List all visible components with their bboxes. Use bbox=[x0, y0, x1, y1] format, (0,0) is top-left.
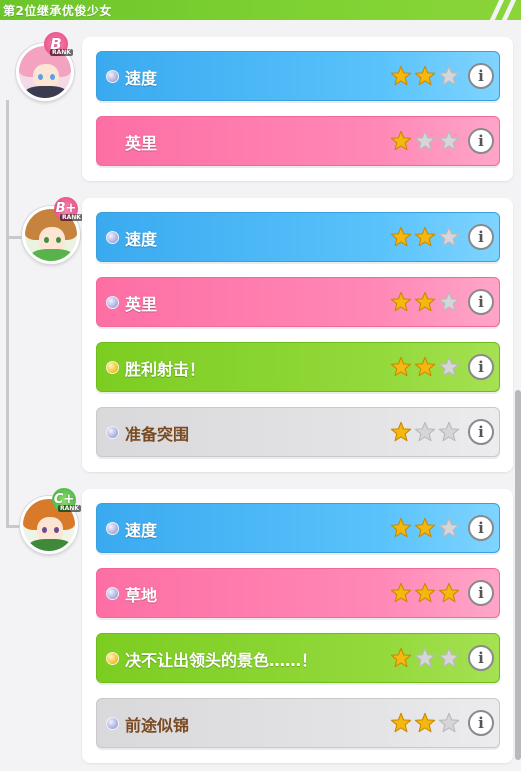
factor-orb-icon bbox=[106, 231, 119, 244]
info-button[interactable]: i bbox=[468, 63, 494, 89]
factor-label: 前途似锦 bbox=[125, 716, 190, 735]
info-button[interactable]: i bbox=[468, 710, 494, 736]
rank-caption: RANK bbox=[60, 214, 83, 221]
factor-label: 英里 bbox=[125, 295, 158, 314]
factor-row[interactable]: 英里 i bbox=[96, 277, 500, 327]
star-rating bbox=[390, 226, 460, 250]
rank-badge: B+ RANK bbox=[54, 197, 84, 223]
rank-badge: B RANK bbox=[44, 32, 74, 58]
star-filled-icon bbox=[390, 356, 412, 377]
factor-row[interactable]: 草地 i bbox=[96, 568, 500, 618]
info-button[interactable]: i bbox=[468, 289, 494, 315]
factor-orb-icon bbox=[106, 296, 119, 309]
star-empty-icon bbox=[414, 647, 436, 668]
factor-row[interactable]: 准备突围 i bbox=[96, 407, 500, 457]
factor-row[interactable]: 速度 i bbox=[96, 503, 500, 553]
factor-label: 准备突围 bbox=[125, 425, 190, 444]
info-button[interactable]: i bbox=[468, 580, 494, 606]
star-rating bbox=[390, 517, 460, 541]
star-rating bbox=[390, 130, 460, 154]
star-filled-icon bbox=[390, 421, 412, 442]
factor-label: 胜利射击！ bbox=[125, 360, 206, 379]
factor-label: 草地 bbox=[125, 586, 158, 605]
rank-badge: C+ RANK bbox=[52, 488, 82, 514]
info-button[interactable]: i bbox=[468, 645, 494, 671]
info-button[interactable]: i bbox=[468, 515, 494, 541]
star-rating bbox=[390, 65, 460, 89]
scrollbar[interactable] bbox=[515, 390, 521, 760]
star-empty-icon bbox=[438, 517, 460, 538]
star-empty-icon bbox=[438, 291, 460, 312]
info-button[interactable]: i bbox=[468, 419, 494, 445]
star-rating bbox=[390, 356, 460, 380]
factor-row[interactable]: 胜利射击！ i bbox=[96, 342, 500, 392]
star-filled-icon bbox=[414, 356, 436, 377]
star-filled-icon bbox=[438, 582, 460, 603]
factor-orb-icon bbox=[106, 70, 119, 83]
section-title: 第2位继承优俊少女 bbox=[3, 4, 112, 18]
info-button[interactable]: i bbox=[468, 354, 494, 380]
star-rating bbox=[390, 647, 460, 671]
star-empty-icon bbox=[438, 712, 460, 733]
factor-label: 速度 bbox=[125, 521, 158, 540]
star-filled-icon bbox=[390, 226, 412, 247]
star-filled-icon bbox=[414, 65, 436, 86]
section-header: 第2位继承优俊少女 bbox=[0, 0, 521, 20]
factor-row[interactable]: 前途似锦 i bbox=[96, 698, 500, 748]
star-filled-icon bbox=[390, 712, 412, 733]
info-button[interactable]: i bbox=[468, 128, 494, 154]
factor-label: 速度 bbox=[125, 69, 158, 88]
star-empty-icon bbox=[414, 130, 436, 151]
star-filled-icon bbox=[390, 65, 412, 86]
parent-factor-card: 速度 i 英里 i bbox=[82, 37, 513, 181]
factor-orb-icon bbox=[106, 426, 119, 439]
star-filled-icon bbox=[390, 291, 412, 312]
factor-row[interactable]: 速度 i bbox=[96, 212, 500, 262]
star-empty-icon bbox=[438, 130, 460, 151]
star-empty-icon bbox=[438, 356, 460, 377]
factor-row[interactable]: 决不让出领头的景色……！ i bbox=[96, 633, 500, 683]
star-filled-icon bbox=[414, 582, 436, 603]
star-filled-icon bbox=[414, 226, 436, 247]
tree-line-vertical bbox=[6, 100, 9, 528]
star-filled-icon bbox=[390, 517, 412, 538]
star-empty-icon bbox=[414, 421, 436, 442]
info-button[interactable]: i bbox=[468, 224, 494, 250]
rank-caption: RANK bbox=[50, 49, 73, 56]
star-empty-icon bbox=[438, 226, 460, 247]
star-filled-icon bbox=[414, 712, 436, 733]
star-filled-icon bbox=[390, 647, 412, 668]
star-empty-icon bbox=[438, 65, 460, 86]
star-filled-icon bbox=[390, 582, 412, 603]
star-filled-icon bbox=[414, 291, 436, 312]
factor-orb-icon bbox=[106, 717, 119, 730]
star-empty-icon bbox=[438, 421, 460, 442]
parent-factor-card: 速度 i 英里 i 胜利射击！ i 准备突围 i bbox=[82, 198, 513, 472]
factor-orb-icon bbox=[106, 361, 119, 374]
factor-row[interactable]: 速度 i bbox=[96, 51, 500, 101]
factor-orb-icon bbox=[106, 522, 119, 535]
factor-label: 英里 bbox=[125, 134, 158, 153]
star-rating bbox=[390, 291, 460, 315]
factor-label: 速度 bbox=[125, 230, 158, 249]
star-filled-icon bbox=[414, 517, 436, 538]
factor-row[interactable]: 英里 i bbox=[96, 116, 500, 166]
star-rating bbox=[390, 582, 460, 606]
parent-factor-card: 速度 i 草地 i 决不让出领头的景色……！ i 前途似锦 i bbox=[82, 489, 513, 763]
rank-caption: RANK bbox=[58, 505, 81, 512]
factor-label: 决不让出领头的景色……！ bbox=[125, 651, 318, 670]
factor-orb-icon bbox=[106, 587, 119, 600]
factor-orb-icon bbox=[106, 652, 119, 665]
star-filled-icon bbox=[390, 130, 412, 151]
star-rating bbox=[390, 421, 460, 445]
star-empty-icon bbox=[438, 647, 460, 668]
star-rating bbox=[390, 712, 460, 736]
